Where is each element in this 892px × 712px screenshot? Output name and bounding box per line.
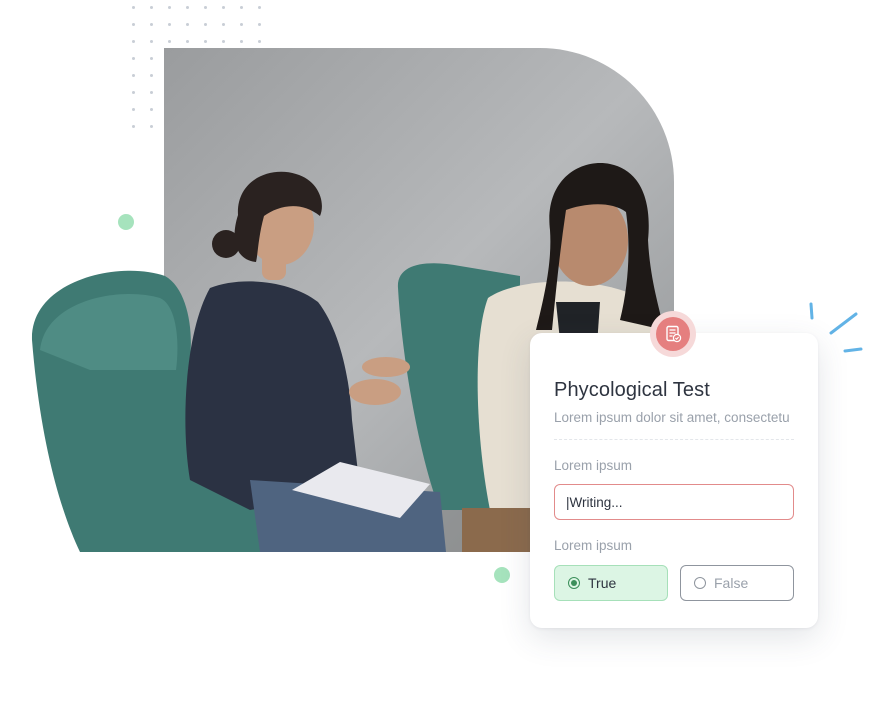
- radio-option-label: True: [588, 575, 617, 591]
- decorative-dot: [240, 23, 243, 26]
- decorative-dot: [222, 23, 225, 26]
- checklist-icon: [656, 317, 690, 351]
- decorative-dot: [132, 6, 135, 9]
- field-label: Lorem ipsum: [554, 538, 633, 553]
- decorative-dot: [186, 6, 189, 9]
- decorative-dot: [204, 23, 207, 26]
- decorative-green-dot: [118, 214, 134, 230]
- card-subtitle: Lorem ipsum dolor sit amet, consectetu: [554, 410, 790, 425]
- answer-text-value: |Writing...: [566, 494, 623, 510]
- decorative-dot: [258, 6, 261, 9]
- decorative-dot: [168, 23, 171, 26]
- card-title: Phycological Test: [554, 379, 710, 401]
- radio-option-true[interactable]: True: [554, 565, 668, 601]
- decorative-dot: [222, 6, 225, 9]
- radio-unselected-icon: [694, 577, 706, 589]
- radio-selected-icon: [568, 577, 580, 589]
- decorative-dot: [186, 23, 189, 26]
- card-badge: [650, 311, 696, 357]
- field-label: Lorem ipsum: [554, 458, 633, 473]
- psychological-test-card: Phycological Test Lorem ipsum dolor sit …: [530, 311, 818, 628]
- radio-option-label: False: [714, 575, 749, 591]
- decorative-dot: [204, 6, 207, 9]
- decorative-dot: [258, 23, 261, 26]
- decorative-dot: [150, 6, 153, 9]
- decorative-dot: [150, 23, 153, 26]
- card-divider: [554, 439, 794, 440]
- true-false-radio-group: True False: [554, 565, 794, 601]
- decorative-dot: [168, 6, 171, 9]
- decorative-dot: [240, 6, 243, 9]
- answer-text-input[interactable]: |Writing...: [554, 484, 794, 520]
- radio-option-false[interactable]: False: [680, 565, 794, 601]
- decorative-dot: [132, 23, 135, 26]
- decorative-green-dot: [494, 567, 510, 583]
